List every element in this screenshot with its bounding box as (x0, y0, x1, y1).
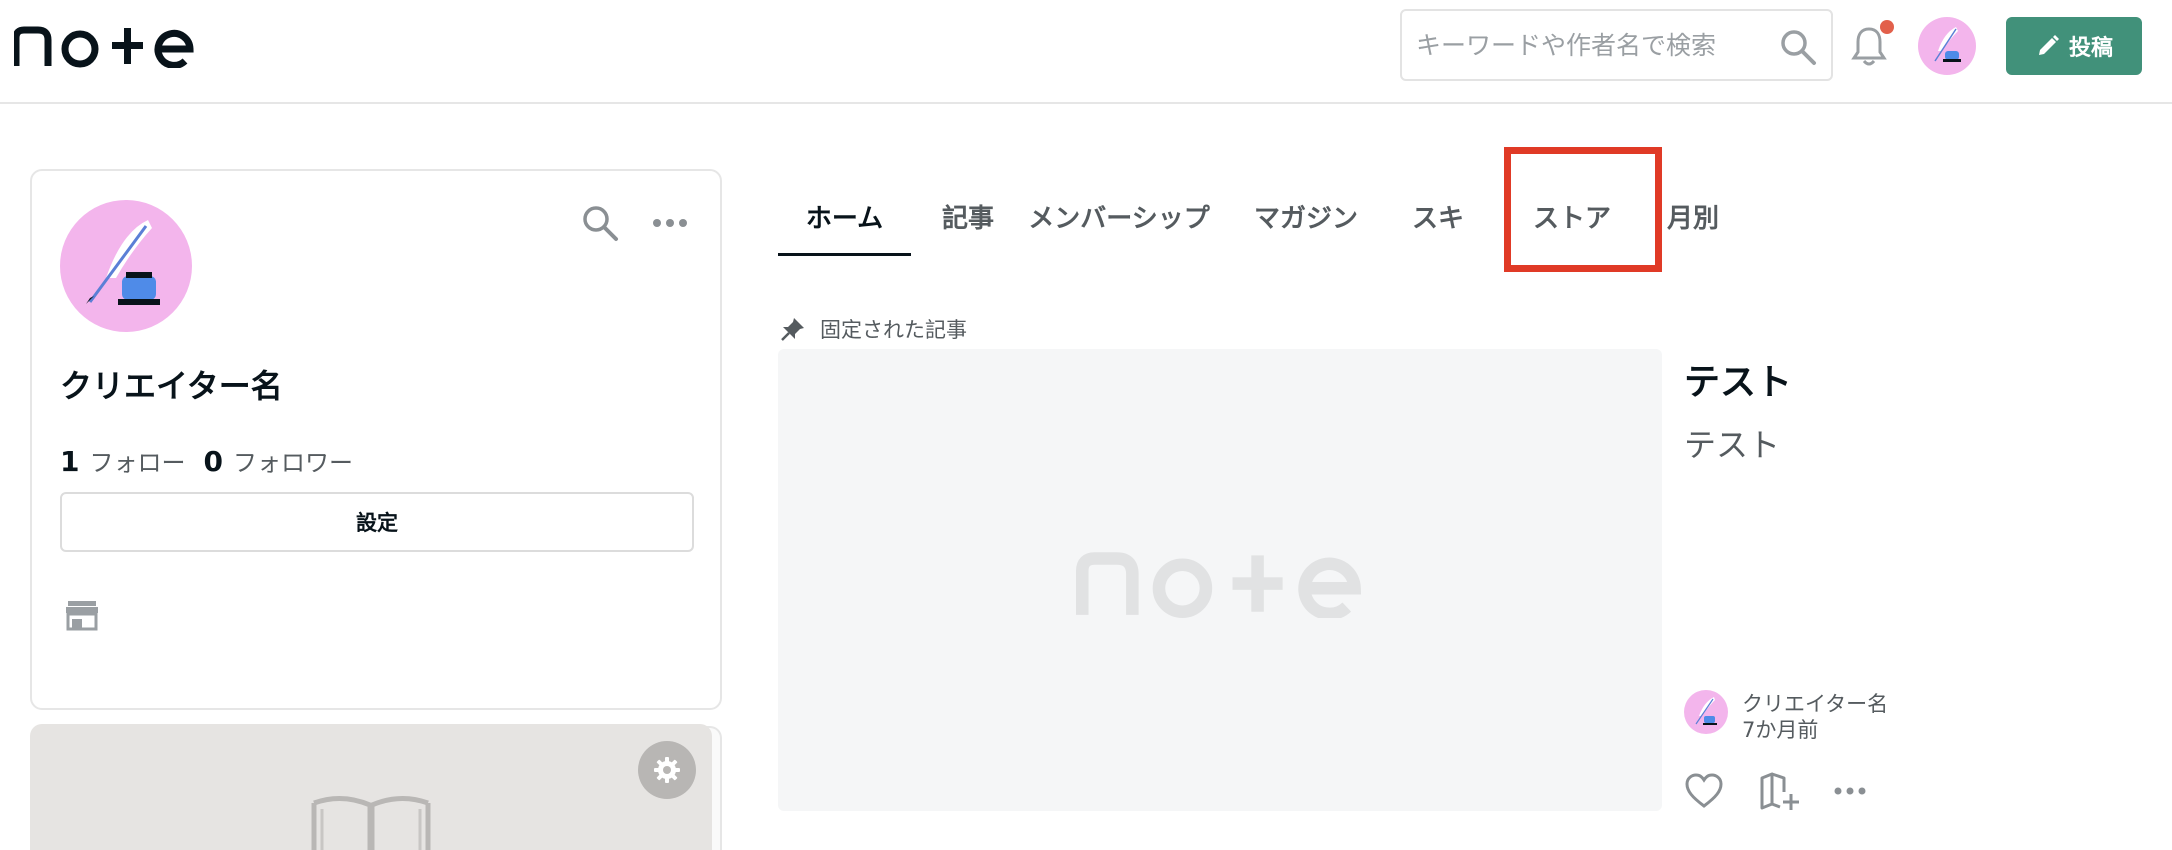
profile-card: クリエイター名 1 フォロー 0 フォロワー 設定 (30, 169, 722, 710)
user-avatar[interactable] (1918, 17, 1976, 75)
follower-count: 0 (203, 445, 223, 478)
profile-avatar[interactable] (60, 200, 192, 332)
pin-icon (781, 318, 804, 341)
post-time: 7か月前 (1742, 718, 1819, 742)
tab-home[interactable]: ホーム (778, 182, 911, 256)
pinned-label-row: 固定された記事 (780, 314, 967, 344)
gear-icon (654, 757, 680, 783)
follower-label: フォロワー (232, 449, 353, 477)
add-to-magazine-icon[interactable] (1758, 770, 1800, 812)
tab-articles[interactable]: 記事 (931, 182, 1005, 256)
magazine-settings-button[interactable] (638, 741, 696, 799)
author-avatar[interactable] (1684, 690, 1728, 734)
search-box (1400, 9, 1833, 81)
notification-badge (1880, 20, 1894, 34)
pencil-icon (2038, 35, 2059, 55)
store-icon[interactable] (64, 597, 100, 633)
search-icon[interactable] (580, 203, 620, 243)
quill-icon (1695, 697, 1717, 725)
search-input[interactable] (1416, 23, 1766, 67)
pinned-label: 固定された記事 (820, 318, 967, 342)
tab-monthly[interactable]: 月別 (1658, 182, 1728, 256)
tab-likes[interactable]: スキ (1397, 182, 1479, 256)
note-logo-placeholder: note (1076, 552, 1362, 618)
tab-magazines[interactable]: マガジン (1234, 182, 1378, 256)
heart-icon[interactable] (1684, 772, 1724, 810)
article-title[interactable]: テスト (1684, 353, 1792, 405)
follow-label: フォロー (89, 449, 186, 477)
follow-stats: 1 フォロー 0 フォロワー (60, 443, 371, 478)
store-tab-highlight (1504, 147, 1662, 272)
more-options-icon[interactable] (652, 213, 688, 233)
note-logo[interactable]: note (14, 22, 194, 68)
follow-link[interactable]: 1 フォロー (60, 443, 185, 478)
quill-icon (1934, 27, 1961, 62)
post-button[interactable]: 投稿 (2006, 17, 2142, 75)
search-icon[interactable] (1778, 27, 1818, 67)
follower-link[interactable]: 0 フォロワー (203, 443, 352, 478)
more-options-icon[interactable] (1834, 782, 1866, 800)
post-button-label: 投稿 (2068, 36, 2113, 61)
article-excerpt: テスト (1684, 426, 1781, 464)
follow-count: 1 (60, 445, 80, 478)
settings-button[interactable]: 設定 (60, 492, 694, 552)
open-book-icon (311, 796, 431, 850)
quill-icon (86, 220, 160, 305)
top-header: note 投稿 (0, 0, 2172, 104)
tab-membership[interactable]: メンバーシップ (1024, 182, 1214, 256)
creator-name[interactable]: クリエイター名 (60, 361, 283, 407)
